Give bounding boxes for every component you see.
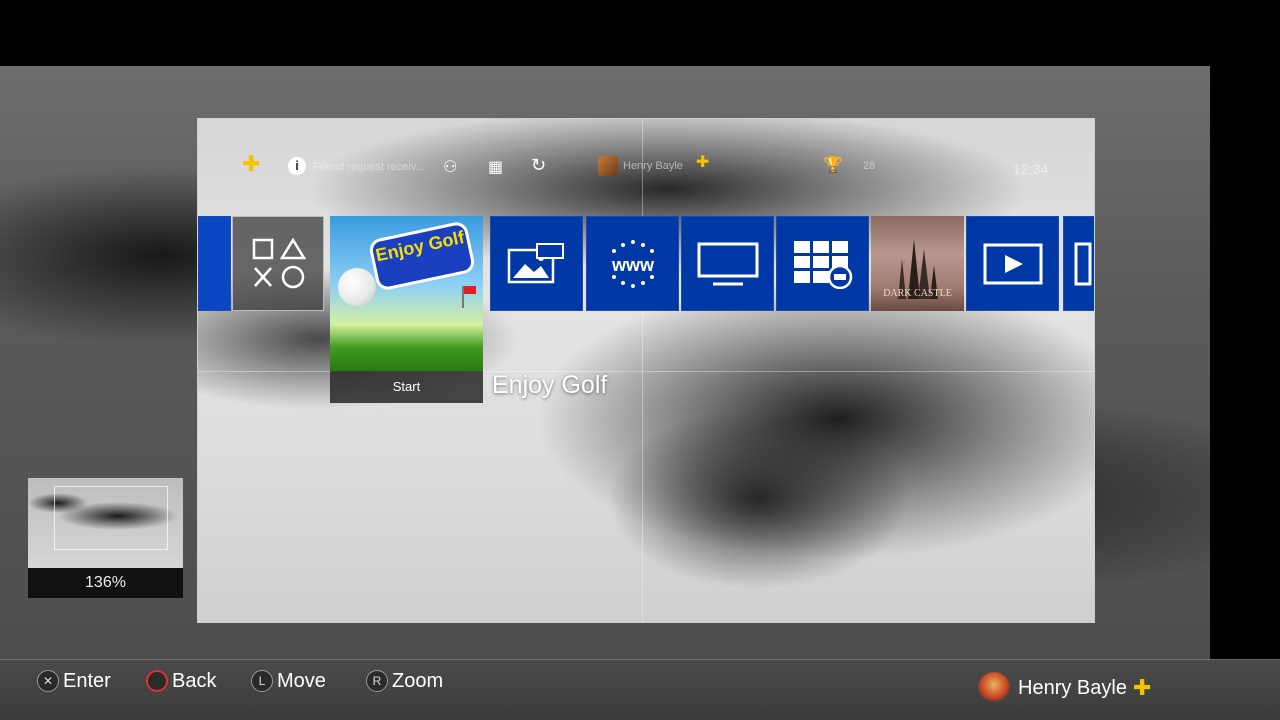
tv-icon <box>697 242 758 285</box>
start-button[interactable]: Start <box>330 371 483 403</box>
hint-back-label: Back <box>172 669 217 692</box>
play-icon <box>983 243 1042 284</box>
tile-partial-left[interactable] <box>198 216 231 311</box>
trophy-count: 28 <box>863 160 876 172</box>
gallery-icon <box>507 242 564 283</box>
right-stick-icon: R <box>366 670 388 692</box>
trophy-icon: 🏆 <box>823 157 843 174</box>
user-profile: Henry Bayle ✚ <box>978 672 1151 704</box>
library-icon <box>793 240 852 289</box>
dark-castle-label: DARK CASTLE <box>883 288 952 299</box>
hint-move-label: Move <box>277 669 326 692</box>
hint-enter-label: Enter <box>63 669 111 692</box>
zoom-level: 136% <box>85 574 126 591</box>
hint-enter[interactable]: ✕ Enter <box>37 668 111 694</box>
tile-partial-icon <box>1074 242 1091 285</box>
user-avatar <box>978 672 1010 704</box>
game-logo: Enjoy Golf <box>367 220 477 292</box>
clock: 12:34 <box>1013 161 1049 177</box>
tile-playstation-store[interactable] <box>232 216 324 311</box>
hint-move[interactable]: L Move <box>251 668 326 694</box>
left-stick-icon: L <box>251 670 273 692</box>
hint-back[interactable]: Back <box>146 668 216 694</box>
tile-internet-browser[interactable]: www <box>586 216 679 311</box>
cross-button-icon: ✕ <box>37 670 59 692</box>
calendar-icon: ▦ <box>488 159 504 176</box>
user-name: Henry Bayle <box>1018 676 1127 699</box>
tile-dark-castle[interactable]: DARK CASTLE <box>871 216 964 311</box>
ps-shapes-icon <box>252 237 307 288</box>
tile-tv-video[interactable] <box>681 216 774 311</box>
tile-video-player[interactable] <box>966 216 1059 311</box>
web-label: www <box>610 255 654 275</box>
hint-zoom[interactable]: R Zoom <box>366 668 443 694</box>
status-username: Henry Bayle <box>623 160 683 172</box>
flag-icon <box>462 286 476 308</box>
tile-enjoy-golf[interactable]: Enjoy Golf <box>330 216 483 371</box>
selected-game-title: Enjoy Golf <box>492 371 608 399</box>
crop-frame[interactable]: ✚ i Friend request receiv... ⚇ ▦ ↻ Henry… <box>197 118 1095 623</box>
tile-partial-right[interactable] <box>1063 216 1094 311</box>
ps-plus-icon: ✚ <box>242 151 261 176</box>
golf-ball-icon <box>338 268 376 306</box>
globe-icon: www <box>610 239 654 288</box>
info-icon: i <box>288 157 306 175</box>
sync-icon: ↻ <box>531 155 547 175</box>
ps-plus-icon: ✚ <box>1132 675 1152 700</box>
tile-capture-gallery[interactable] <box>490 216 583 311</box>
hint-zoom-label: Zoom <box>392 669 444 692</box>
button-hint-bar: ✕ Enter Back L Move R Zoom Henry Bayle ✚ <box>0 659 1280 720</box>
zoom-preview: 136% <box>28 478 183 598</box>
background-edge <box>1210 66 1280 666</box>
notification-text: Friend request receiv... <box>313 161 425 173</box>
status-avatar <box>598 156 618 176</box>
preview-viewport-box <box>54 486 168 550</box>
content-tile-row: Enjoy Golf www DARK CASTLE <box>198 216 1094 371</box>
tile-library[interactable] <box>776 216 869 311</box>
ps-plus-icon: ✚ <box>696 154 710 171</box>
friends-icon: ⚇ <box>443 159 458 176</box>
circle-button-icon <box>146 670 168 692</box>
